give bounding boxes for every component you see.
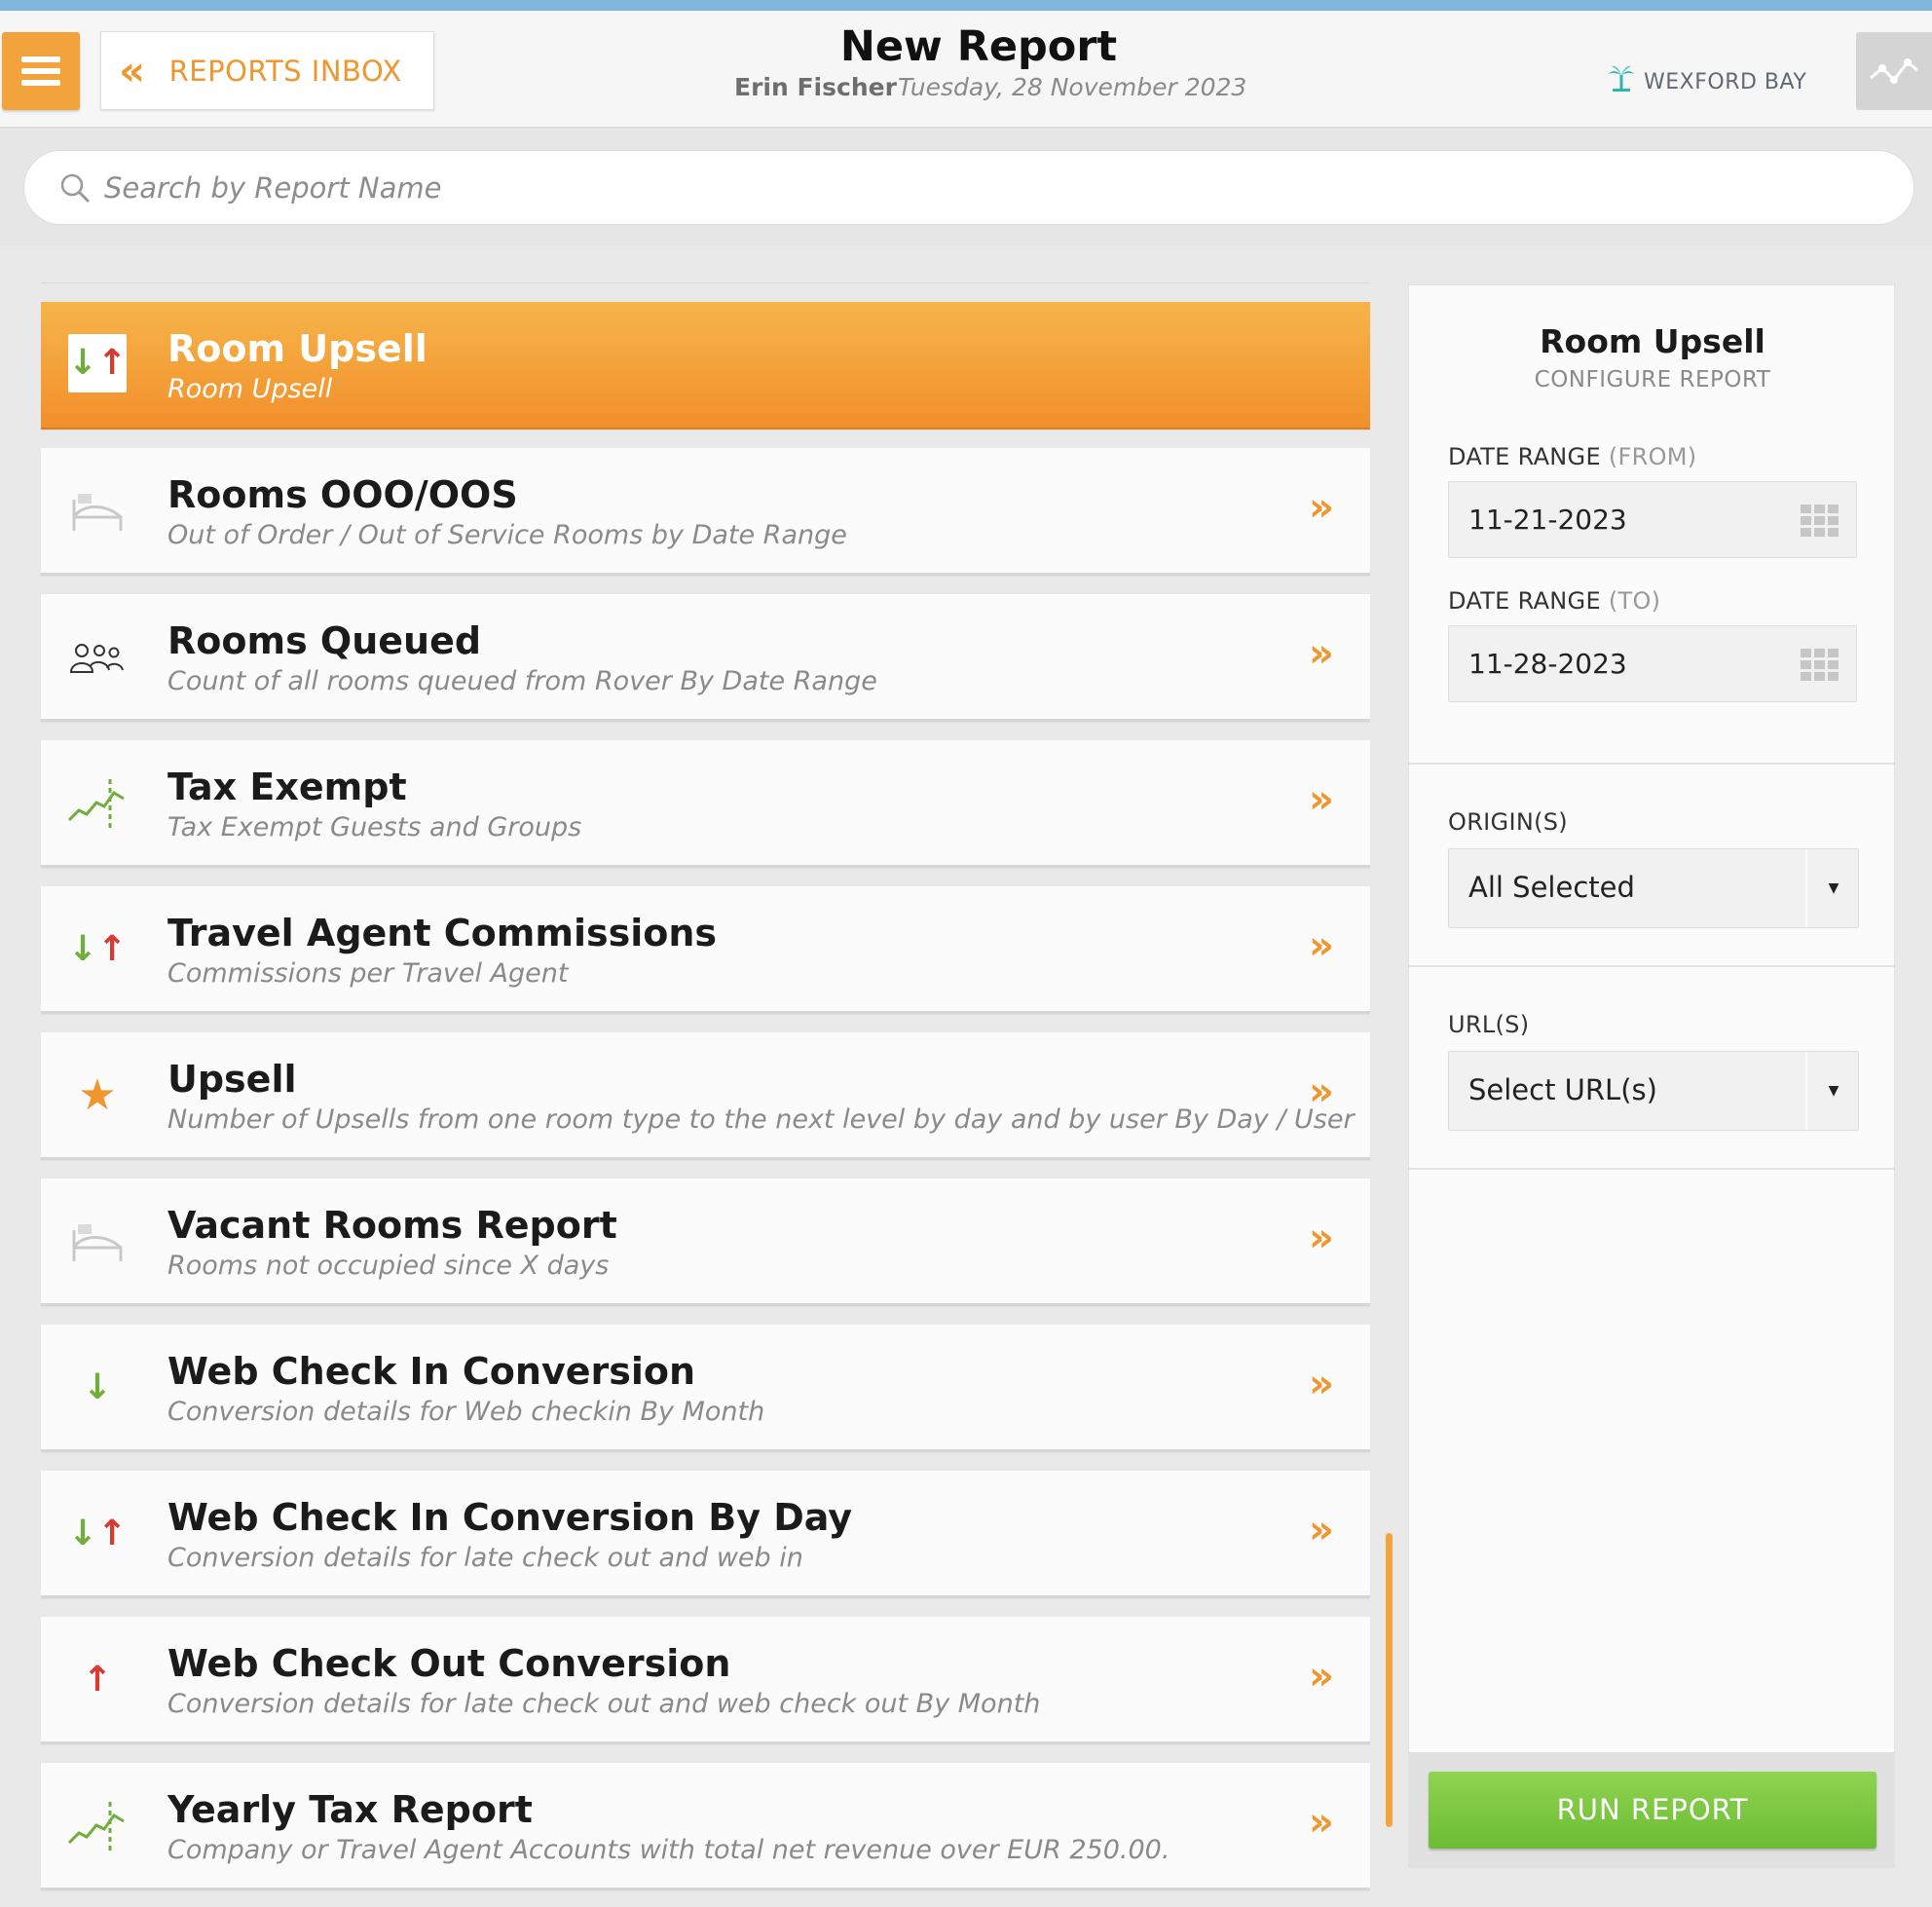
report-title: Travel Agent Commissions (167, 912, 718, 954)
report-title: Web Check In Conversion (167, 1350, 696, 1393)
up-arrow-icon: ↑ (82, 1660, 113, 1700)
date-from-field[interactable]: 11-21-2023 (1448, 481, 1857, 558)
report-subtitle: Company or Travel Agent Accounts with to… (167, 1835, 1170, 1865)
report-subtitle: Commissions per Travel Agent (167, 958, 569, 989)
date-to-value: 11-28-2023 (1468, 648, 1627, 680)
report-row[interactable]: Rooms OOO/OOS Out of Order / Out of Servi… (41, 448, 1370, 576)
search-bar-area (0, 131, 1932, 245)
origins-value: All Selected (1468, 871, 1635, 904)
top-accent-bar (0, 0, 1932, 11)
report-title: Room Upsell (167, 327, 427, 370)
search-box[interactable] (23, 150, 1914, 225)
double-chevron-right-icon[interactable]: » (1309, 1215, 1334, 1260)
list-scrollbar[interactable] (1386, 1533, 1393, 1827)
double-chevron-right-icon[interactable]: » (1309, 923, 1334, 968)
report-row[interactable]: Vacant Rooms Report Rooms not occupied si… (41, 1178, 1370, 1306)
calendar-icon[interactable] (1801, 505, 1839, 538)
origins-select[interactable]: All Selected ▼ (1448, 848, 1859, 928)
run-report-button[interactable]: RUN REPORT (1429, 1772, 1876, 1849)
star-icon: ★ (78, 1070, 117, 1120)
report-row[interactable]: Tax Exempt Tax Exempt Guests and Groups » (41, 740, 1370, 868)
double-chevron-right-icon[interactable]: » (1309, 777, 1334, 822)
configure-report-panel: Room Upsell CONFIGURE REPORT DATE RANGE … (1408, 284, 1895, 1868)
panel-divider (1409, 965, 1894, 967)
up-down-arrows-icon: ↓↑ (67, 929, 128, 969)
report-subtitle: Rooms not occupied since X days (167, 1251, 610, 1281)
report-title: Rooms OOO/OOS (167, 473, 518, 516)
report-title: Tax Exempt (167, 766, 407, 808)
run-report-area: RUN REPORT (1409, 1752, 1894, 1867)
date-from-label: DATE RANGE (FROM) (1448, 443, 1696, 470)
urls-select[interactable]: Select URL(s) ▼ (1448, 1051, 1859, 1131)
report-title: Vacant Rooms Report (167, 1204, 617, 1247)
activity-button[interactable] (1856, 32, 1932, 110)
trend-chart-icon (66, 772, 129, 835)
origins-label: ORIGIN(S) (1448, 808, 1568, 836)
report-title: Web Check In Conversion By Day (167, 1496, 853, 1539)
report-title: Web Check Out Conversion (167, 1642, 731, 1685)
report-title: Yearly Tax Report (167, 1788, 533, 1831)
panel-divider (1409, 763, 1894, 765)
report-list: ↓↑ Room Upsell Room Upsell Rooms OOO/OOS Out… (41, 282, 1370, 1890)
urls-value: Select URL(s) (1468, 1073, 1657, 1106)
report-subtitle: Room Upsell (167, 374, 333, 404)
hotel-selector[interactable]: WEXFORD BAY (1607, 63, 1806, 100)
search-input[interactable] (104, 170, 1857, 205)
list-divider (41, 282, 1370, 283)
report-title: Rooms Queued (167, 619, 482, 662)
panel-divider (1409, 1168, 1894, 1170)
report-row[interactable]: ↓↑ Travel Agent Commissions Commissions pe… (41, 886, 1370, 1014)
report-row[interactable]: Rooms Queued Count of all rooms queued fr… (41, 594, 1370, 722)
report-row[interactable]: ↓ Web Check In Conversion Conversion detai… (41, 1325, 1370, 1452)
report-subtitle: Count of all rooms queued from Rover By … (167, 666, 877, 696)
report-row[interactable]: ↓↑ Web Check In Conversion By Day Conversi… (41, 1471, 1370, 1598)
report-subtitle: Out of Order / Out of Service Rooms by D… (167, 520, 847, 550)
panel-title: Room Upsell (1540, 322, 1765, 360)
date-from-label-text: DATE RANGE (1448, 443, 1601, 470)
hotel-name: WEXFORD BAY (1644, 69, 1807, 94)
report-subtitle: Conversion details for late check out an… (167, 1689, 1041, 1719)
people-queue-icon (66, 626, 129, 689)
report-row[interactable]: ↓↑ Room Upsell Room Upsell (41, 302, 1370, 430)
date-to-field[interactable]: 11-28-2023 (1448, 625, 1857, 702)
trend-chart-icon (66, 1795, 129, 1857)
search-icon (60, 173, 91, 203)
report-row[interactable]: ↑ Web Check Out Conversion Conversion deta… (41, 1617, 1370, 1744)
up-down-arrows-icon: ↓↑ (67, 1514, 128, 1553)
activity-icon (1870, 58, 1918, 84)
palm-tree-icon (1607, 63, 1636, 100)
report-subtitle: Conversion details for late check out an… (167, 1543, 803, 1573)
report-subtitle: Tax Exempt Guests and Groups (167, 812, 582, 842)
date-to-label: DATE RANGE (TO) (1448, 587, 1660, 615)
down-arrow-icon: ↓ (82, 1367, 113, 1407)
panel-subtitle: CONFIGURE REPORT (1534, 367, 1771, 393)
app-header: « REPORTS INBOX New Report Erin Fischer … (0, 11, 1932, 129)
up-down-arrows-icon: ↓↑ (68, 334, 127, 393)
date-from-hint: (FROM) (1608, 443, 1697, 470)
date-to-hint: (TO) (1608, 587, 1661, 615)
report-subtitle: Conversion details for Web checkin By Mo… (167, 1397, 765, 1427)
report-title: Upsell (167, 1058, 297, 1101)
caret-down-icon: ▼ (1805, 1052, 1860, 1130)
business-date: Tuesday, 28 November 2023 (898, 73, 1247, 101)
double-chevron-right-icon[interactable]: » (1309, 1654, 1334, 1699)
double-chevron-right-icon[interactable]: » (1309, 1362, 1334, 1406)
double-chevron-right-icon[interactable]: » (1309, 485, 1334, 530)
urls-label: URL(S) (1448, 1011, 1530, 1038)
double-chevron-right-icon[interactable]: » (1309, 1069, 1334, 1114)
caret-down-icon: ▼ (1805, 849, 1860, 927)
bed-icon (66, 480, 129, 542)
date-to-label-text: DATE RANGE (1448, 587, 1601, 615)
double-chevron-right-icon[interactable]: » (1309, 1508, 1334, 1552)
report-row[interactable]: Yearly Tax Report Company or Travel Agent… (41, 1763, 1370, 1890)
user-name: Erin Fischer (734, 73, 897, 101)
calendar-icon[interactable] (1801, 649, 1839, 682)
report-row[interactable]: ★ Upsell Number of Upsells from one room t… (41, 1032, 1370, 1160)
report-subtitle: Number of Upsells from one room type to … (167, 1104, 1355, 1135)
double-chevron-right-icon[interactable]: » (1309, 1800, 1334, 1845)
double-chevron-right-icon[interactable]: » (1309, 631, 1334, 676)
bed-icon (66, 1211, 129, 1273)
date-from-value: 11-21-2023 (1468, 504, 1627, 536)
